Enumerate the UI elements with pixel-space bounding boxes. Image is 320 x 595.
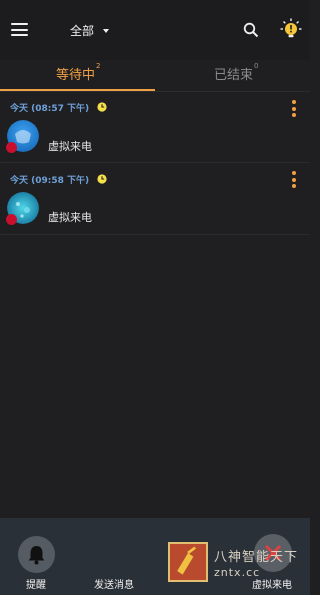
item-divider (0, 162, 310, 163)
tab-ended-label: 已结束 (214, 68, 254, 83)
list-item[interactable]: 今天 (09:58 下午) 虚拟来电 (0, 166, 310, 236)
search-icon[interactable] (243, 22, 259, 38)
menu-icon[interactable] (11, 23, 28, 36)
tab-bar: 等待中2 已结束0 (0, 60, 310, 92)
item-time: 今天 (09:58 下午) (10, 176, 90, 186)
phone-icon (6, 142, 17, 153)
watermark-logo (168, 542, 208, 582)
remind-label[interactable]: 提醒 (26, 576, 46, 591)
item-divider (0, 234, 310, 235)
tab-waiting[interactable]: 等待中2 (56, 61, 101, 83)
bell-icon (28, 546, 45, 565)
item-time: 今天 (08:57 下午) (10, 104, 90, 114)
more-options-icon[interactable] (292, 171, 296, 191)
list-item[interactable]: 今天 (08:57 下午) 虚拟来电 (0, 95, 310, 165)
lightbulb-icon[interactable] (280, 18, 302, 40)
tab-ended-count: 0 (254, 61, 259, 70)
item-label: 虚拟来电 (48, 211, 92, 224)
more-options-icon[interactable] (292, 100, 296, 120)
caret-down-icon (103, 28, 110, 33)
tab-divider (0, 91, 310, 92)
top-app-bar: 全部 (0, 0, 310, 60)
clock-icon (97, 174, 107, 184)
filter-dropdown[interactable]: 全部 (70, 22, 110, 39)
item-label: 虚拟来电 (48, 140, 92, 153)
tab-ended[interactable]: 已结束0 (214, 61, 259, 83)
phone-icon (6, 214, 17, 225)
watermark-text: 八神智能天下 (214, 550, 299, 565)
tab-waiting-count: 2 (96, 61, 101, 70)
broom-icon (177, 546, 197, 575)
watermark: 八神智能天下 zntx.cc (166, 542, 300, 586)
tab-waiting-label: 等待中 (56, 68, 96, 83)
filter-label: 全部 (70, 24, 95, 38)
bottom-action-bar: 提醒 发送消息 虚拟来电 八神智能天下 zntx.cc (0, 518, 310, 595)
remind-button[interactable] (18, 536, 55, 573)
watermark-url: zntx.cc (214, 566, 261, 579)
send-message-button[interactable]: 发送消息 (94, 576, 134, 591)
clock-icon (97, 102, 107, 112)
